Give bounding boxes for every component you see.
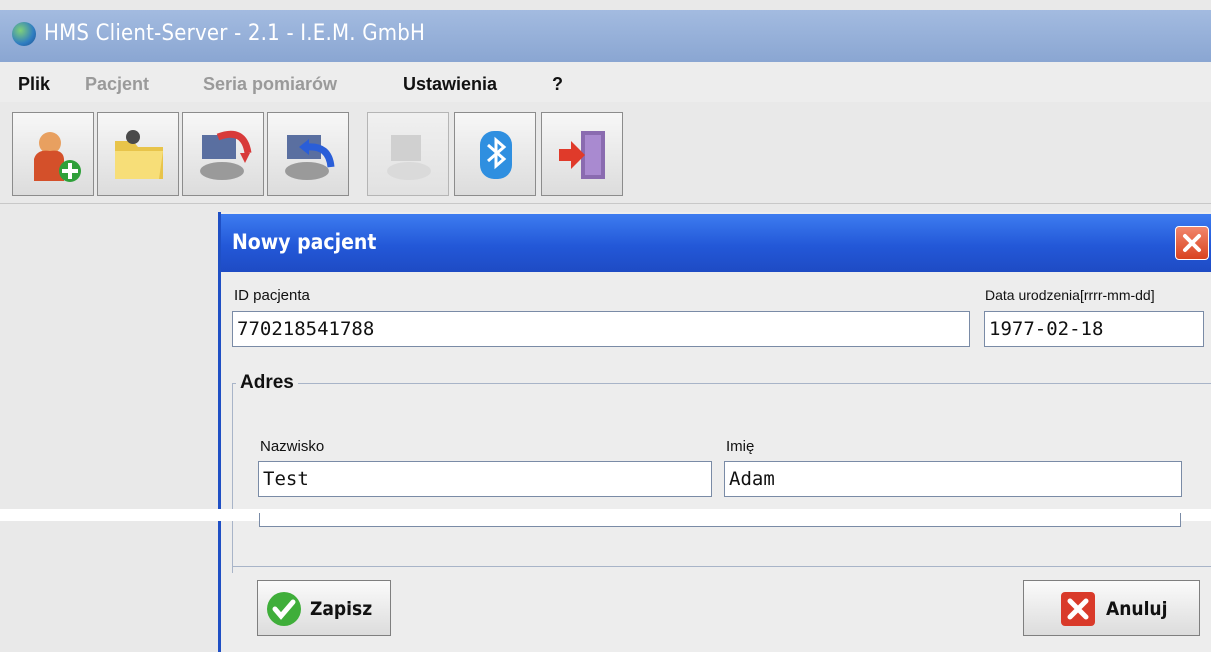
address-fieldset-left-border [232, 383, 233, 573]
surname-field[interactable]: Test [258, 461, 712, 497]
add-patient-icon [34, 132, 81, 182]
menu-bar [0, 62, 1211, 102]
add-patient-button[interactable] [12, 112, 94, 196]
dialog-title: Nowy pacjent [232, 230, 377, 254]
save-label: Zapisz [310, 598, 373, 620]
cancel-button[interactable]: Anuluj [1023, 580, 1200, 636]
save-button[interactable]: Zapisz [257, 580, 391, 636]
menu-help[interactable]: ? [552, 74, 563, 95]
device-download-button[interactable] [182, 112, 264, 196]
clipped-text-field[interactable] [259, 513, 1181, 527]
menu-ustawienia[interactable]: Ustawienia [403, 74, 497, 95]
menu-pacjent[interactable]: Pacjent [85, 74, 149, 95]
device-upload-button[interactable] [267, 112, 349, 196]
window-title: HMS Client-Server - 2.1 - I.E.M. GmbH [44, 21, 426, 46]
open-folder-button[interactable] [97, 112, 179, 196]
menu-plik[interactable]: Plik [18, 74, 50, 95]
birth-date-field[interactable]: 1977-02-18 [984, 311, 1204, 347]
open-folder-icon [115, 130, 163, 179]
birth-date-label: Data urodzenia[rrrr-mm-dd] [985, 287, 1155, 303]
app-globe-icon [12, 22, 36, 46]
dialog-close-button[interactable] [1175, 226, 1209, 260]
cancel-label: Anuluj [1106, 598, 1168, 620]
address-fieldset-border [232, 383, 1211, 384]
patient-id-label: ID pacjenta [234, 287, 310, 304]
address-legend: Adres [236, 372, 298, 394]
firstname-label: Imię [726, 438, 755, 455]
exit-door-icon [559, 131, 605, 179]
bluetooth-button[interactable] [454, 112, 536, 196]
device-button[interactable] [367, 112, 449, 196]
patient-id-field[interactable]: 770218541788 [232, 311, 970, 347]
exit-button[interactable] [541, 112, 623, 196]
menu-seria-pomiarow[interactable]: Seria pomiarów [203, 74, 337, 95]
device-icon [387, 135, 431, 180]
device-upload-icon [285, 135, 335, 180]
device-download-icon [200, 130, 252, 180]
close-icon [1183, 234, 1201, 252]
checkmark-icon [267, 592, 301, 626]
cancel-x-icon [1061, 592, 1095, 626]
surname-label: Nazwisko [260, 438, 325, 455]
address-fieldset-bottom-border [232, 566, 1211, 567]
toolbar-separator [0, 203, 1211, 204]
bluetooth-icon [480, 131, 512, 179]
firstname-field[interactable]: Adam [724, 461, 1182, 497]
